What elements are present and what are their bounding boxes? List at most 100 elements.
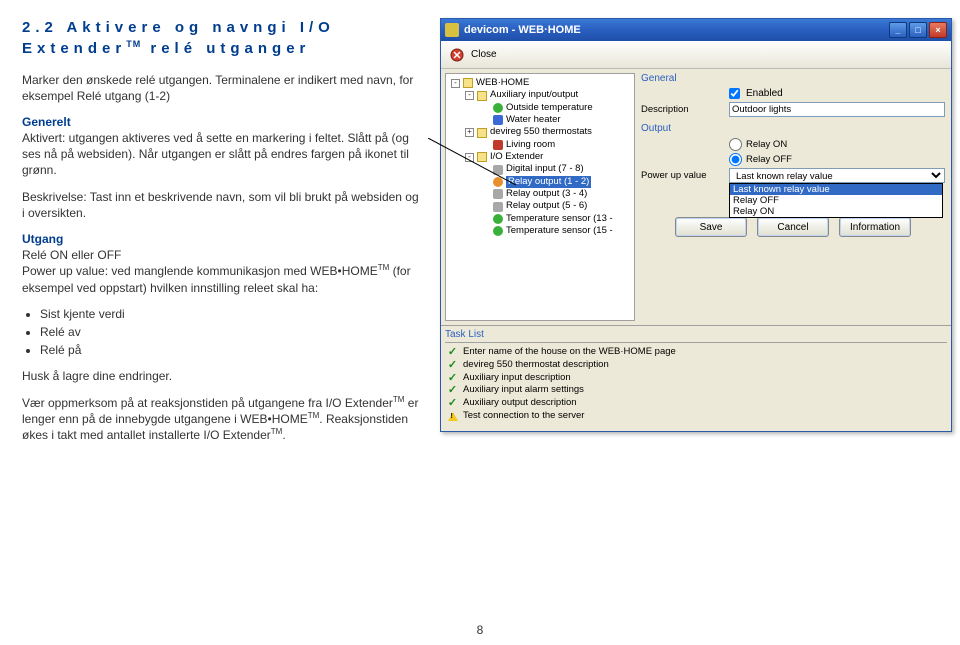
tree-item[interactable]: Temperature sensor (13 -: [448, 213, 632, 225]
tree-item[interactable]: - I/O Extender: [448, 151, 632, 163]
list-item: Sist kjente verdi: [40, 306, 422, 322]
check-icon: ✓: [447, 373, 458, 384]
tree-expand-icon[interactable]: -: [451, 79, 460, 88]
tree-item[interactable]: - Auxiliary input/output: [448, 89, 632, 101]
tree-item[interactable]: Relay output (5 - 6): [448, 200, 632, 212]
powerup-select[interactable]: Last known relay value: [729, 168, 945, 183]
check-icon: ✓: [447, 360, 458, 371]
task-item[interactable]: ✓Enter name of the house on the WEB·HOME…: [445, 346, 947, 359]
app-icon: [445, 23, 459, 37]
dropdown-option[interactable]: Relay OFF: [730, 195, 942, 206]
tree-item[interactable]: - WEB·HOME: [448, 77, 632, 89]
minimize-button[interactable]: _: [889, 22, 907, 38]
tree-expand-icon[interactable]: -: [465, 91, 474, 100]
tree-node-label: Water heater: [506, 114, 561, 126]
tree-view[interactable]: -WEB·HOME-Auxiliary input/outputOutside …: [445, 73, 635, 321]
task-list-header: Task List: [445, 329, 947, 343]
maximize-button[interactable]: □: [909, 22, 927, 38]
tree-node-label: Living room: [506, 139, 555, 151]
cancel-button[interactable]: Cancel: [757, 217, 829, 237]
tree-node-icon: [493, 115, 503, 125]
powerup-dropdown-list[interactable]: Last known relay value Relay OFF Relay O…: [729, 183, 943, 218]
tree-item[interactable]: + devireg 550 thermostats: [448, 126, 632, 138]
bullet-list: Sist kjente verdi Relé av Relé på: [40, 306, 422, 359]
close-icon[interactable]: [449, 47, 465, 63]
document-left-column: 2.2 Aktivere og navngi I/O ExtenderTM re…: [22, 18, 422, 453]
relay-off-label: Relay OFF: [746, 154, 792, 165]
general-group-title: General: [641, 73, 945, 84]
task-list-pane: Task List ✓Enter name of the house on th…: [441, 325, 951, 431]
tree-node-icon: [477, 128, 487, 138]
task-item[interactable]: ✓devireg 550 thermostat description: [445, 359, 947, 372]
tree-node-label: Digital input (7 - 8): [506, 163, 584, 175]
form-pane: General Enabled Description Output: [639, 69, 951, 325]
paragraph-beskrivelse: Beskrivelse: Tast inn et beskrivende nav…: [22, 189, 422, 221]
app-window: devicom - WEB·HOME _ □ × Close -WEB·HOME…: [440, 18, 952, 432]
screenshot-panel: devicom - WEB·HOME _ □ × Close -WEB·HOME…: [440, 18, 952, 453]
tree-node-label: Relay output (3 - 4): [506, 188, 587, 200]
tree-node-icon: [493, 189, 503, 199]
tree-node-icon: [493, 177, 503, 187]
task-item[interactable]: ✓Auxiliary output description: [445, 397, 947, 410]
close-window-button[interactable]: ×: [929, 22, 947, 38]
tree-node-icon: [493, 140, 503, 150]
relay-on-radio[interactable]: [729, 138, 742, 151]
tm-sup: TM: [393, 395, 405, 404]
paragraph-intro: Marker den ønskede relé utgangen. Termin…: [22, 72, 422, 104]
information-button[interactable]: Information: [839, 217, 911, 237]
tree-item[interactable]: Temperature sensor (15 -: [448, 225, 632, 237]
dropdown-option[interactable]: Relay ON: [730, 206, 942, 217]
tree-expand-icon[interactable]: +: [465, 128, 474, 137]
list-item: Relé av: [40, 324, 422, 340]
section-heading: 2.2 Aktivere og navngi I/O ExtenderTM re…: [22, 18, 422, 60]
page-number: 8: [477, 623, 484, 637]
utgang-body2a: Power up value: ved manglende kommunikas…: [22, 264, 378, 278]
dropdown-option[interactable]: Last known relay value: [730, 184, 942, 195]
tree-node-label: I/O Extender: [490, 151, 543, 163]
check-icon: ✓: [447, 398, 458, 409]
heading-sup: TM: [126, 39, 141, 49]
tree-node-icon: [477, 91, 487, 101]
utgang-head: Utgang: [22, 232, 63, 246]
tm-sup: TM: [271, 427, 283, 436]
tm-sup: TM: [308, 411, 320, 420]
task-label: Auxiliary input alarm settings: [463, 384, 584, 397]
enabled-checkbox[interactable]: [729, 88, 740, 99]
tree-node-icon: [493, 214, 503, 224]
note-d: .: [282, 428, 285, 442]
tree-node-label: devireg 550 thermostats: [490, 126, 592, 138]
titlebar[interactable]: devicom - WEB·HOME _ □ ×: [441, 19, 951, 41]
task-label: Auxiliary input description: [463, 372, 571, 385]
tree-node-icon: [493, 202, 503, 212]
task-item[interactable]: Test connection to the server: [445, 410, 947, 423]
tree-node-label: Auxiliary input/output: [490, 89, 578, 101]
tree-node-label: Outside temperature: [506, 102, 593, 114]
task-item[interactable]: ✓ Auxiliary input description: [445, 372, 947, 385]
tree-item[interactable]: Water heater: [448, 114, 632, 126]
tree-item[interactable]: Relay output (1 - 2): [448, 176, 632, 188]
tree-item[interactable]: Outside temperature: [448, 102, 632, 114]
description-label: Description: [641, 104, 723, 115]
paragraph-husk: Husk å lagre dine endringer.: [22, 368, 422, 384]
tree-expand-icon[interactable]: -: [465, 153, 474, 162]
task-label: Test connection to the server: [463, 410, 584, 423]
powerup-label: Power up value: [641, 170, 723, 181]
task-label: Enter name of the house on the WEB·HOME …: [463, 346, 676, 359]
tree-node-icon: [493, 165, 503, 175]
save-button[interactable]: Save: [675, 217, 747, 237]
tree-item[interactable]: Relay output (3 - 4): [448, 188, 632, 200]
tree-item[interactable]: Digital input (7 - 8): [448, 163, 632, 175]
tree-node-label: WEB·HOME: [476, 77, 529, 89]
tree-item[interactable]: Living room: [448, 139, 632, 151]
generelt-body: Aktivert: utgangen aktiveres ved å sette…: [22, 131, 409, 177]
tree-node-label: Relay output (1 - 2): [506, 176, 591, 188]
window-title: devicom - WEB·HOME: [464, 24, 889, 36]
relay-on-label: Relay ON: [746, 139, 787, 150]
paragraph-generelt: Generelt Aktivert: utgangen aktiveres ve…: [22, 114, 422, 179]
note-a: Vær oppmerksom på at reaksjonstiden på u…: [22, 396, 393, 410]
toolbar-close-label[interactable]: Close: [471, 49, 497, 60]
description-input[interactable]: [729, 102, 945, 117]
relay-off-radio[interactable]: [729, 153, 742, 166]
utgang-body1: Relé ON eller OFF: [22, 248, 121, 262]
task-item[interactable]: ✓Auxiliary input alarm settings: [445, 384, 947, 397]
